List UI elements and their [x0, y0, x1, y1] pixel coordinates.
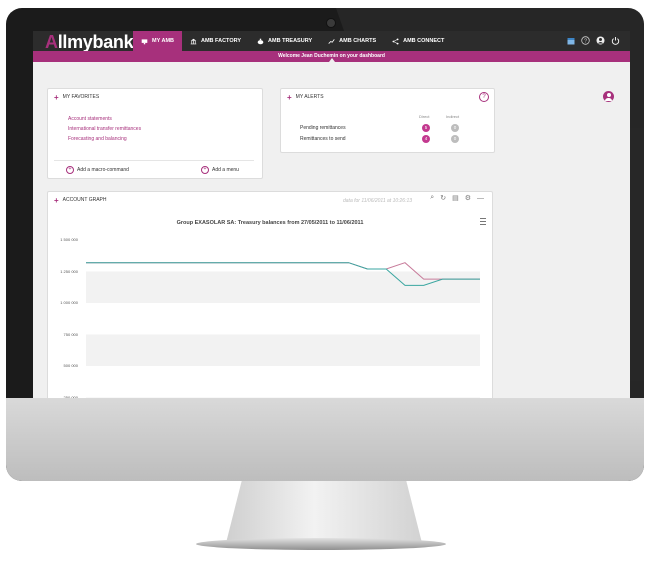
account-graph-panel: + ACCOUNT GRAPH data for 11/06/2011 at 1… [47, 191, 493, 399]
camera-icon [326, 18, 336, 28]
logo-letter: A [45, 32, 58, 52]
add-menu-button[interactable]: + Add a menu [201, 166, 239, 174]
favorites-panel: + MY FAVORITES Account statements Intern… [47, 88, 263, 179]
favorite-link[interactable]: International transfer remittances [68, 126, 141, 132]
indirect-count-badge[interactable]: 0 [451, 135, 459, 143]
question-icon[interactable]: ? [479, 92, 489, 102]
plus-icon[interactable]: + [54, 93, 59, 101]
nav-amb-charts[interactable]: AMB CHARTS [320, 31, 384, 51]
nav-label: AMB CHARTS [339, 38, 377, 44]
add-menu-label: Add a menu [212, 167, 239, 173]
calendar-icon[interactable] [566, 36, 575, 45]
plus-circle-icon: + [201, 166, 209, 174]
help-icon[interactable]: ? [581, 36, 590, 45]
logo-text: llmybanks [57, 32, 144, 52]
indirect-column-header: Indirect [446, 114, 460, 119]
alerts-title: MY ALERTS [295, 94, 324, 100]
nav-amb-connect[interactable]: AMB CONNECT [384, 31, 452, 51]
nav-label: MY AMB [152, 38, 174, 44]
nav-my-amb[interactable]: MY AMB [133, 31, 182, 51]
nav-label: AMB FACTORY [201, 38, 242, 44]
favorites-footer: + Add a macro-command + Add a menu [54, 160, 254, 174]
alert-label[interactable]: Pending remittances [300, 125, 346, 131]
favorite-link[interactable]: Account statements [68, 116, 141, 122]
direct-column-header: Direct [419, 114, 430, 119]
add-macro-label: Add a macro-command [77, 167, 129, 173]
profile-avatar-icon[interactable] [603, 91, 614, 102]
money-bag-icon [257, 38, 264, 44]
bank-icon [190, 38, 197, 44]
nav-label: AMB TREASURY [268, 38, 313, 44]
favorites-title: MY FAVORITES [62, 94, 100, 100]
favorite-link[interactable]: Forecasting and balancing [68, 136, 141, 142]
nav-label: AMB CONNECT [403, 38, 445, 44]
indirect-count-badge[interactable]: 0 [451, 124, 459, 132]
user-icon[interactable] [596, 36, 605, 45]
nav-amb-treasury[interactable]: AMB TREASURY [249, 31, 320, 51]
grid-band [86, 334, 480, 366]
plus-circle-icon: + [66, 166, 74, 174]
welcome-banner: Welcome Jean Duchemin on your dashboard [33, 51, 630, 62]
caret-icon [329, 58, 335, 62]
grid-band [86, 240, 480, 272]
app-screen: Allmybanks MY AMB AMB FACTORY AMB TREASU… [33, 31, 630, 399]
monitor-chin [6, 398, 644, 481]
top-icons: ? [566, 36, 620, 45]
top-navigation-bar: Allmybanks MY AMB AMB FACTORY AMB TREASU… [33, 31, 630, 53]
plus-icon[interactable]: + [287, 93, 292, 101]
grid-band [86, 303, 480, 335]
add-macro-button[interactable]: + Add a macro-command [66, 166, 129, 174]
grid-band [86, 366, 480, 398]
direct-count-badge[interactable]: 4 [422, 135, 430, 143]
app-logo[interactable]: Allmybanks [45, 32, 143, 53]
alerts-header: + MY ALERTS [287, 93, 324, 101]
power-icon[interactable] [611, 36, 620, 45]
nav-amb-factory[interactable]: AMB FACTORY [182, 31, 249, 51]
line-chart-icon [328, 38, 335, 44]
main-nav: MY AMB AMB FACTORY AMB TREASURY AMB CHAR… [133, 31, 452, 51]
direct-count-badge[interactable]: 5 [422, 124, 430, 132]
monitor-icon [141, 38, 148, 44]
line-chart [86, 240, 480, 399]
alerts-panel: + MY ALERTS ? Direct Indirect Pending re… [280, 88, 495, 153]
favorites-list: Account statements International transfe… [68, 116, 141, 142]
monitor-stand [226, 481, 422, 543]
favorites-header: + MY FAVORITES [54, 93, 100, 101]
svg-text:?: ? [584, 39, 587, 45]
monitor-base [196, 538, 446, 550]
share-icon [392, 37, 399, 45]
alert-label[interactable]: Remittances to send [300, 136, 346, 142]
